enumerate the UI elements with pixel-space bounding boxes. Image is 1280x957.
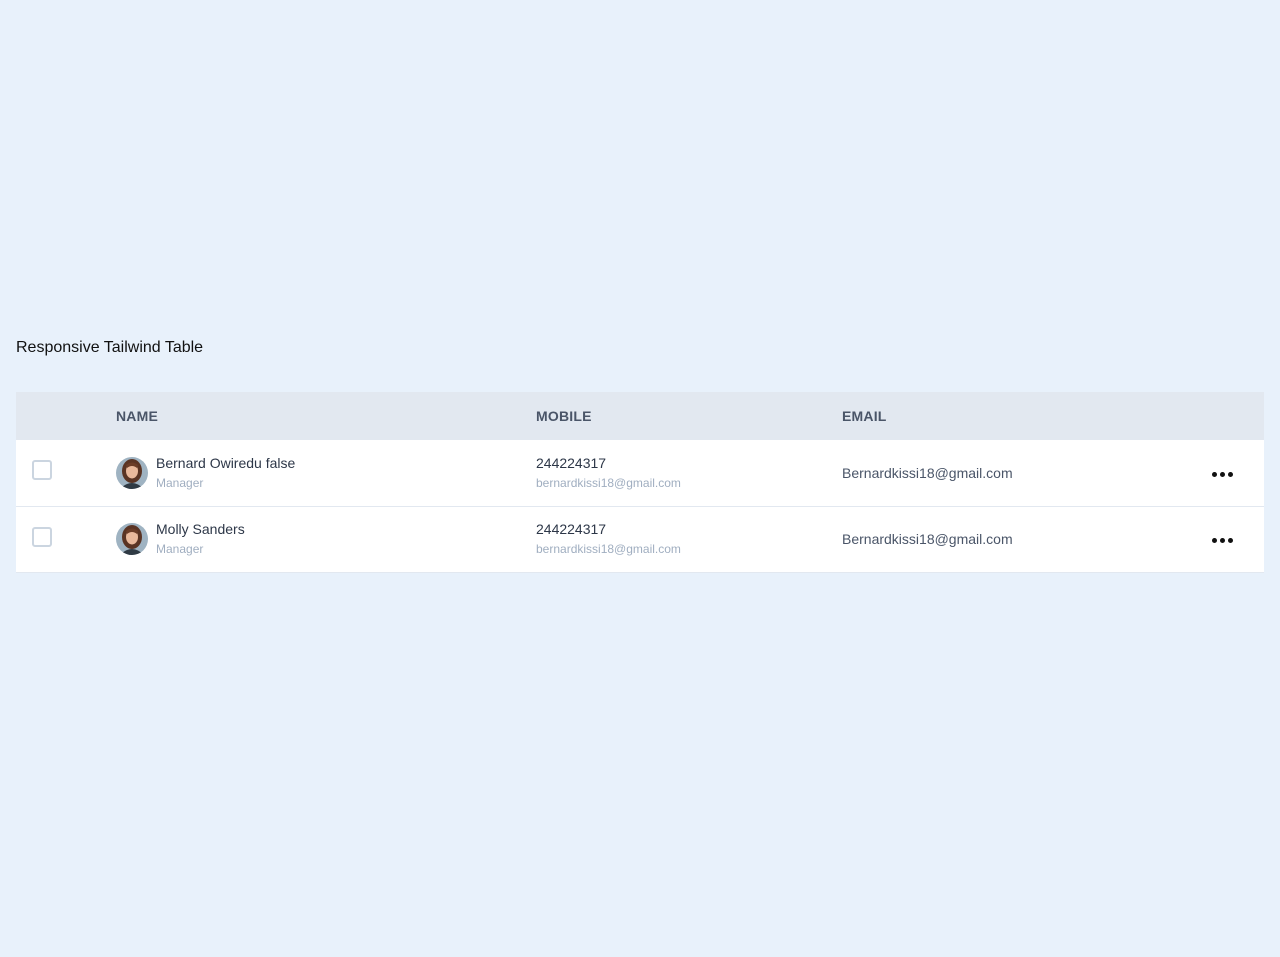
users-table: NAME MOBILE EMAIL Bernard Owiredu false … [16,392,1264,573]
name-text: Molly Sanders Manager [156,520,245,558]
table-header-row: NAME MOBILE EMAIL [16,392,1264,440]
name-cell-content: Bernard Owiredu false Manager [116,454,536,492]
avatar-image [116,456,148,489]
mobile-number: 244224317 [536,454,607,471]
page: Responsive Tailwind Table NAME MOBILE EM… [0,0,1280,957]
name-cell: Bernard Owiredu false Manager [116,440,536,506]
user-name: Bernard Owiredu false [156,454,296,471]
mobile-cell: 244224317 bernardkissi18@gmail.com [536,506,842,572]
page-title: Responsive Tailwind Table [16,339,204,356]
avatar [116,523,148,555]
row-select-cell [16,440,116,506]
table-body: Bernard Owiredu false Manager 244224317 … [16,440,1264,572]
table-row: Molly Sanders Manager 244224317 bernardk… [16,506,1264,572]
mobile-content: 244224317 bernardkissi18@gmail.com [536,520,842,558]
more-horizontal-icon [1212,471,1217,477]
name-cell-content: Molly Sanders Manager [116,520,536,558]
more-horizontal-icon-dot [1220,471,1225,477]
email-cell: Bernardkissi18@gmail.com [842,464,1013,481]
email-cell: Bernardkissi18@gmail.com [842,531,1013,547]
table-row: Bernard Owiredu false Manager 244224317 … [16,440,1264,506]
row-checkbox[interactable] [32,460,52,481]
more-horizontal-icon [1212,538,1217,543]
more-actions-button[interactable] [1212,468,1233,481]
users-table-container: NAME MOBILE EMAIL Bernard Owiredu false … [16,392,1264,573]
name-cell: Molly Sanders Manager [116,506,536,572]
mobile-cell: 244224317 bernardkissi18@gmail.com [536,440,842,506]
user-role: Manager [156,542,204,556]
row-select-cell [16,506,116,572]
table-header: NAME MOBILE EMAIL [16,392,1264,440]
mobile-email: bernardkissi18@gmail.com [536,475,681,490]
actions-cell [1172,506,1264,572]
header-email: EMAIL [842,408,887,424]
more-horizontal-icon-dot [1228,471,1233,477]
header-checkbox-column [16,392,116,440]
avatar [116,456,148,489]
more-horizontal-icon-dot [1228,538,1233,543]
user-role: Manager [156,475,204,490]
row-checkbox[interactable] [32,526,52,547]
mobile-number: 244224317 [536,521,607,537]
avatar-image [116,523,148,555]
more-actions-button[interactable] [1212,534,1233,547]
mobile-content: 244224317 bernardkissi18@gmail.com [536,454,842,492]
user-name: Molly Sanders [156,521,245,537]
actions-cell [1172,440,1264,506]
header-actions-column [1172,392,1264,440]
name-text: Bernard Owiredu false Manager [156,454,295,492]
mobile-email: bernardkissi18@gmail.com [536,542,681,556]
header-mobile: MOBILE [536,408,592,424]
more-horizontal-icon-dot [1220,538,1225,543]
header-name: NAME [116,408,159,424]
